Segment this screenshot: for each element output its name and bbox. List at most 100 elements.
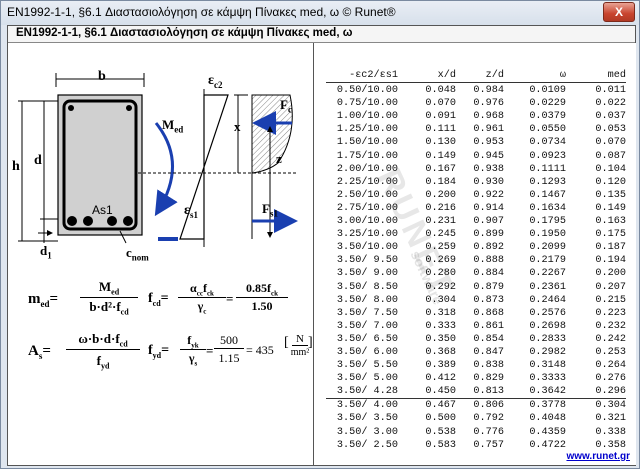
table-cell: 0.2179 xyxy=(529,255,566,267)
table-row: 3.50/ 7.00 0.333 0.861 0.2698 0.232 xyxy=(326,320,626,333)
table-cell: 2.75/10.00 xyxy=(336,202,398,214)
runet-link[interactable]: www.runet.gr xyxy=(566,451,630,462)
col-header: ω xyxy=(559,70,566,81)
panel-header: EN1992-1-1, §6.1 Διαστασιολόγηση σε κάμψ… xyxy=(8,26,635,43)
table-cell: 3.50/ 3.00 xyxy=(336,426,398,438)
table-cell: 3.00/10.00 xyxy=(336,216,398,228)
table-cell: 0.1950 xyxy=(529,229,566,241)
table-cell: 3.50/ 7.00 xyxy=(336,320,398,332)
table-cell: 0.792 xyxy=(473,413,504,425)
table-row: 3.50/ 7.50 0.318 0.868 0.2576 0.223 xyxy=(326,307,626,320)
table-body: 0.50/10.00 0.048 0.984 0.0109 0.011 0.75/10.0… xyxy=(326,84,626,398)
table-row: 3.50/ 8.00 0.304 0.873 0.2464 0.215 xyxy=(326,294,626,307)
table-cell: 3.50/ 6.00 xyxy=(336,346,398,358)
label-med: Med xyxy=(162,117,184,135)
table-cell: 0.838 xyxy=(473,360,504,372)
table-row: 2.00/10.00 0.167 0.938 0.1111 0.104 xyxy=(326,163,626,176)
table-cell: 0.130 xyxy=(425,137,456,149)
table-row: 3.50/ 4.28 0.450 0.813 0.3642 0.296 xyxy=(326,385,626,398)
table-cell: 3.50/ 6.50 xyxy=(336,333,398,345)
table-cell: 0.091 xyxy=(425,111,456,123)
table-cell: 0.930 xyxy=(473,176,504,188)
label-as1: As1 xyxy=(92,203,113,217)
rebar-3 xyxy=(107,216,117,226)
table-cell: 0.922 xyxy=(473,189,504,201)
table-cell: 2.50/10.00 xyxy=(336,189,398,201)
table-cell: 0.953 xyxy=(473,137,504,149)
table-cell: 0.3642 xyxy=(529,386,566,398)
table-cell: 3.50/ 8.00 xyxy=(336,294,398,306)
table-cell: 3.50/ 3.50 xyxy=(336,413,398,425)
table-cell: 0.813 xyxy=(473,386,504,398)
table-cell: 0.500 xyxy=(425,413,456,425)
formula-fyd-lhs: fyd= xyxy=(148,343,170,360)
table-cell: 0.861 xyxy=(473,320,504,332)
table-row: 3.50/ 8.50 0.292 0.879 0.2361 0.207 xyxy=(326,281,626,294)
table-cell: 0.242 xyxy=(595,333,626,345)
table-cell: 0.070 xyxy=(595,137,626,149)
table-row: 1.00/10.00 0.091 0.968 0.0379 0.037 xyxy=(326,110,626,123)
table-cell: 1.50/10.00 xyxy=(336,137,398,149)
table-row: 3.50/ 9.50 0.269 0.888 0.2179 0.194 xyxy=(326,254,626,267)
table-cell: 3.50/ 5.00 xyxy=(336,373,398,385)
table-cell: 0.50/10.00 xyxy=(336,85,398,97)
table-cell: 0.264 xyxy=(595,360,626,372)
table-cell: 0.333 xyxy=(425,320,456,332)
table-cell: 0.053 xyxy=(595,124,626,136)
formula-med-num: Med xyxy=(80,279,138,298)
table-row: 3.50/ 3.00 0.538 0.776 0.4359 0.338 xyxy=(326,426,626,439)
table-cell: 3.50/ 8.50 xyxy=(336,281,398,293)
section-diagram xyxy=(18,73,298,247)
table-cell: 0.200 xyxy=(425,189,456,201)
content-area: EN1992-1-1, §6.1 Διαστασιολόγηση σε κάμψ… xyxy=(7,25,636,466)
table-cell: 0.321 xyxy=(595,413,626,425)
table-cell: 3.50/10.00 xyxy=(336,242,398,254)
table-cell: 0.854 xyxy=(473,333,504,345)
table-cell: 0.847 xyxy=(473,346,504,358)
moment-arrow xyxy=(154,122,178,217)
table-cell: 0.961 xyxy=(473,124,504,136)
table-cell: 0.350 xyxy=(425,333,456,345)
table-cell: 0.011 xyxy=(595,85,626,97)
results-table-panel: RUNET software -εc2/εs1 x/d z/d ω med 0.… xyxy=(313,43,636,465)
table-cell: 0.467 xyxy=(425,400,456,412)
title-bar[interactable]: EN1992-1-1, §6.1 Διαστασιολόγηση σε κάμψ… xyxy=(1,1,639,25)
table-cell: 0.938 xyxy=(473,163,504,175)
label-ec2: εc2 xyxy=(208,73,223,90)
table-cell: 0.945 xyxy=(473,150,504,162)
diagram-panel: b h d d1 As1 cnom Med εc2 εs1 x z Fc Fs1… xyxy=(8,43,313,465)
table-cell: 3.25/10.00 xyxy=(336,229,398,241)
table-cell: 0.538 xyxy=(425,426,456,438)
table-cell: 0.037 xyxy=(595,111,626,123)
table-cell: 0.245 xyxy=(425,229,456,241)
table-row: 3.25/10.00 0.245 0.899 0.1950 0.175 xyxy=(326,228,626,241)
col-header: z/d xyxy=(485,70,504,81)
table-cell: 0.338 xyxy=(595,426,626,438)
formula-fyd-num2: 500 xyxy=(214,333,244,349)
formula-fcd-num: αccfck xyxy=(178,281,226,299)
table-cell: 0.3778 xyxy=(529,400,566,412)
label-b: b xyxy=(98,69,106,84)
table-cell: 0.412 xyxy=(425,373,456,385)
formula-fcd-lhs: fcd= xyxy=(148,291,169,308)
table-cell: 0.087 xyxy=(595,150,626,162)
col-header: x/d xyxy=(437,70,456,81)
table-cell: 0.0734 xyxy=(529,137,566,149)
table-cell: 0.892 xyxy=(473,242,504,254)
close-button[interactable]: X xyxy=(603,2,635,22)
table-cell: 0.318 xyxy=(425,307,456,319)
table-row: 3.50/ 2.50 0.583 0.757 0.4722 0.358 xyxy=(326,439,626,452)
table-cell: 0.450 xyxy=(425,386,456,398)
rebar-2 xyxy=(83,216,93,226)
table-cell: 0.0379 xyxy=(529,111,566,123)
table-cell: 0.070 xyxy=(425,98,456,110)
table-cell: 0.276 xyxy=(595,373,626,385)
table-cell: 0.757 xyxy=(473,439,504,451)
formula-fyd-den: γs xyxy=(188,351,198,368)
table-row: 3.50/ 6.00 0.368 0.847 0.2982 0.253 xyxy=(326,346,626,359)
table-row: 2.50/10.00 0.200 0.922 0.1467 0.135 xyxy=(326,189,626,202)
table-cell: 0.75/10.00 xyxy=(336,98,398,110)
table-cell: 0.149 xyxy=(595,202,626,214)
table-cell: 0.888 xyxy=(473,255,504,267)
table-row: 3.50/ 5.00 0.412 0.829 0.3333 0.276 xyxy=(326,372,626,385)
